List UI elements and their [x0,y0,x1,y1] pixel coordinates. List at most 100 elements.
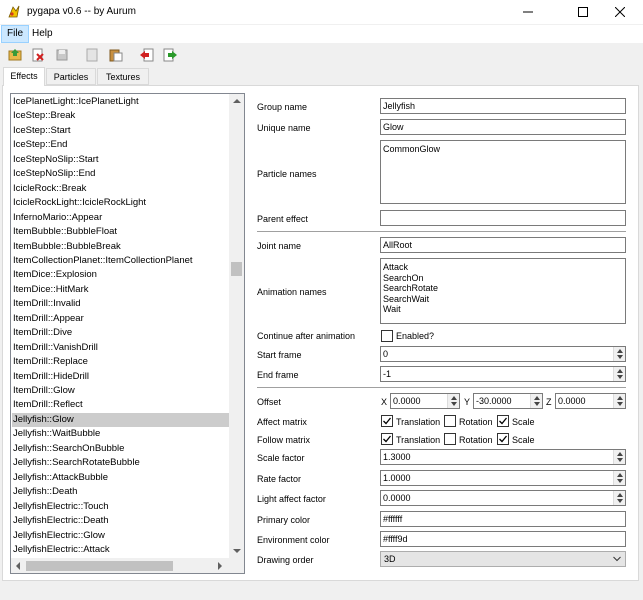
rate-factor-spinbox[interactable]: 1.0000 [380,470,626,486]
spin-up-icon[interactable] [451,396,457,400]
list-horizontal-thumb[interactable] [26,561,173,571]
spin-buttons[interactable] [530,394,542,408]
follow-scale-checkbox[interactable] [497,433,509,445]
follow-translation-checkbox[interactable] [381,433,393,445]
spin-up-icon[interactable] [617,396,623,400]
spin-down-icon[interactable] [617,458,623,462]
list-item[interactable]: IceStepNoSlip::Start [12,153,231,167]
spin-buttons[interactable] [613,491,625,505]
spin-up-icon[interactable] [617,369,623,373]
list-item[interactable]: ItemDrill::Invalid [12,297,231,311]
list-item[interactable]: ItemCollectionPlanet::ItemCollectionPlan… [12,254,231,268]
joint-name-input[interactable]: AllRoot [380,237,626,253]
tab-textures[interactable]: Textures [97,68,149,85]
list-item[interactable]: Jellyfish::WaitBubble [12,427,231,441]
spin-down-icon[interactable] [617,355,623,359]
list-item[interactable]: ItemDrill::Reflect [12,398,231,412]
import-icon[interactable] [139,47,155,63]
offset-x-spinbox[interactable]: 0.0000 [390,393,460,409]
spin-down-icon[interactable] [617,375,623,379]
affect-rotation-checkbox[interactable] [444,415,456,427]
list-item[interactable]: JellyfishElectric::Touch [12,500,231,514]
list-item[interactable]: InfernoMario::Appear [12,211,231,225]
list-item[interactable]: Jellyfish::Death [12,485,231,499]
list-item[interactable]: ItemDice::Explosion [12,268,231,282]
spin-down-icon[interactable] [617,402,623,406]
scroll-up-icon[interactable] [233,99,241,103]
particle-names-textarea[interactable]: CommonGlow [380,140,626,204]
list-item[interactable]: ItemDrill::Dive [12,326,231,340]
list-item[interactable]: Jellyfish::SearchRotateBubble [12,456,231,470]
environment-color-input[interactable]: #ffff9d [380,531,626,547]
spin-up-icon[interactable] [617,493,623,497]
list-item[interactable]: ItemDice::HitMark [12,283,231,297]
list-item[interactable]: IcePlanetLight::IcePlanetLight [12,95,231,109]
effects-list[interactable]: JellyfishElectric::Attack JellyfishElectr… [10,93,245,574]
list-item[interactable]: ItemDrill::Appear [12,312,231,326]
list-item[interactable]: Jellyfish::AttackBubble [12,471,231,485]
spin-up-icon[interactable] [617,349,623,353]
new-icon[interactable] [84,47,100,63]
tab-effects[interactable]: Effects [3,67,45,86]
unique-name-input[interactable]: Glow [380,119,626,135]
scroll-right-icon[interactable] [218,562,222,570]
spin-down-icon[interactable] [534,402,540,406]
affect-translation-checkbox[interactable] [381,415,393,427]
spin-buttons[interactable] [613,471,625,485]
list-item[interactable]: ItemDrill::Replace [12,355,231,369]
close-window-button[interactable] [597,0,643,24]
list-item[interactable]: JellyfishElectric::Attack [12,543,231,557]
offset-z-spinbox[interactable]: 0.0000 [555,393,626,409]
spin-buttons[interactable] [613,394,625,408]
list-item[interactable]: IceStep::Start [12,124,231,138]
list-item[interactable]: IcicleRockLight::IcicleRockLight [12,196,231,210]
list-item[interactable]: IcicleRock::Break [12,182,231,196]
spin-up-icon[interactable] [617,473,623,477]
list-item[interactable]: ItemDrill::HideDrill [12,370,231,384]
primary-color-input[interactable]: #ffffff [380,511,626,527]
close-file-icon[interactable] [30,47,46,63]
scroll-left-icon[interactable] [16,562,20,570]
continue-enabled-checkbox[interactable] [381,330,393,342]
spin-down-icon[interactable] [617,479,623,483]
list-item[interactable]: JellyfishElectric::Glow [12,529,231,543]
list-item[interactable]: IceStep::End [12,138,231,152]
list-item[interactable]: ItemBubble::BubbleBreak [12,240,231,254]
spin-up-icon[interactable] [534,396,540,400]
list-vertical-scrollbar[interactable] [229,94,244,559]
follow-rotation-checkbox[interactable] [444,433,456,445]
spin-buttons[interactable] [447,394,459,408]
list-item[interactable]: ItemDrill::VanishDrill [12,341,231,355]
list-item-selected[interactable]: Jellyfish::Glow [12,412,231,427]
spin-buttons[interactable] [613,367,625,381]
list-vertical-thumb[interactable] [231,262,242,276]
spin-buttons[interactable] [613,450,625,464]
group-name-input[interactable]: Jellyfish [380,98,626,114]
spin-buttons[interactable] [613,347,625,361]
start-frame-spinbox[interactable]: 0 [380,346,626,362]
drawing-order-select[interactable]: 3D [380,551,626,567]
save-icon[interactable] [54,47,70,63]
menu-help[interactable]: Help [27,25,58,43]
list-horizontal-scrollbar[interactable] [11,558,244,573]
paste-icon[interactable] [108,47,124,63]
parent-effect-input[interactable] [380,210,626,226]
offset-y-spinbox[interactable]: -30.0000 [473,393,543,409]
end-frame-spinbox[interactable]: -1 [380,366,626,382]
minimize-button[interactable] [505,0,551,24]
spin-down-icon[interactable] [617,499,623,503]
light-affect-factor-spinbox[interactable]: 0.0000 [380,490,626,506]
list-item[interactable]: ItemBubble::BubbleFloat [12,225,231,239]
spin-down-icon[interactable] [451,402,457,406]
spin-up-icon[interactable] [617,452,623,456]
affect-scale-checkbox[interactable] [497,415,509,427]
animation-names-textarea[interactable]: Attack SearchOn SearchRotate SearchWait … [380,258,626,324]
list-item[interactable]: ItemDrill::Glow [12,384,231,398]
scale-factor-spinbox[interactable]: 1.3000 [380,449,626,465]
export-icon[interactable] [162,47,178,63]
list-item[interactable]: JellyfishElectric::Death [12,514,231,528]
list-item[interactable]: IceStepNoSlip::End [12,167,231,181]
list-item[interactable]: Jellyfish::SearchOnBubble [12,442,231,456]
tab-particles[interactable]: Particles [46,68,96,85]
scroll-down-icon[interactable] [233,549,241,553]
